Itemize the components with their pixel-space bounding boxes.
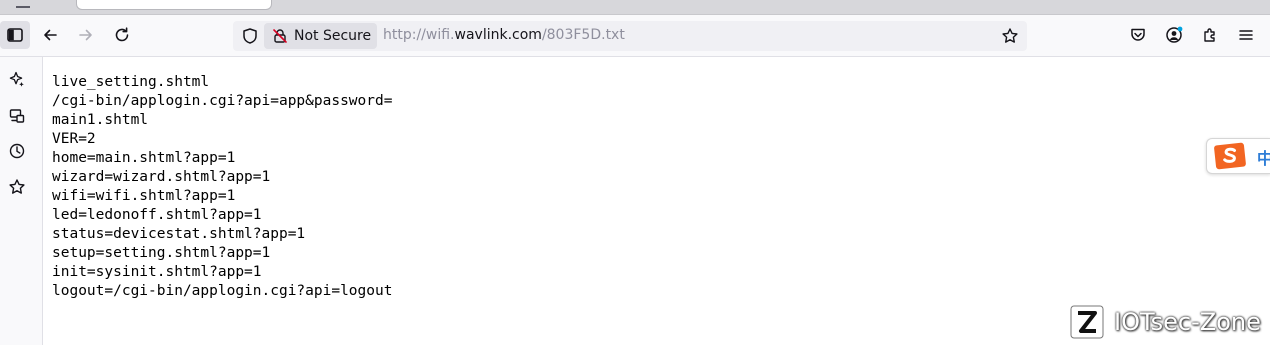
synced-tabs-button[interactable] xyxy=(5,104,29,128)
history-button[interactable] xyxy=(5,139,29,163)
document-text: live_setting.shtml /cgi-bin/applogin.cgi… xyxy=(52,73,392,301)
account-button[interactable] xyxy=(1160,21,1188,49)
not-secure-indicator[interactable]: Not Secure xyxy=(264,23,377,49)
pocket-icon xyxy=(1131,28,1145,41)
tab-list-icon[interactable] xyxy=(16,0,30,8)
text-line: home=main.shtml?app=1 xyxy=(52,150,236,166)
account-icon xyxy=(1166,26,1183,43)
text-line: led=ledonoff.shtml?app=1 xyxy=(52,207,262,223)
text-line: /cgi-bin/applogin.cgi?api=app&password= xyxy=(52,93,393,109)
sidebar xyxy=(0,57,43,345)
text-line: wifi=wifi.shtml?app=1 xyxy=(52,188,236,204)
puzzle-icon xyxy=(1204,28,1215,42)
text-line: logout=/cgi-bin/applogin.cgi?api=logout xyxy=(52,283,393,299)
url-prefix: http://wifi. xyxy=(383,27,455,43)
text-line: VER=2 xyxy=(52,131,96,147)
text-line: status=devicestat.shtml?app=1 xyxy=(52,226,306,242)
active-tab[interactable] xyxy=(76,0,272,10)
reload-icon xyxy=(115,27,129,42)
bookmarks-button[interactable] xyxy=(5,175,29,199)
back-arrow-icon xyxy=(44,29,57,41)
pocket-button[interactable] xyxy=(1124,21,1152,49)
insecure-lock-icon xyxy=(273,29,287,43)
reload-button[interactable] xyxy=(108,21,136,49)
sparkle-icon xyxy=(9,71,24,87)
watermark: IOTsec-Zone xyxy=(1070,303,1270,341)
star-icon[interactable] xyxy=(1001,27,1019,45)
history-icon xyxy=(9,143,25,159)
extensions-button[interactable] xyxy=(1196,21,1224,49)
text-line: init=sysinit.shtml?app=1 xyxy=(52,264,262,280)
hamburger-menu-icon xyxy=(1239,30,1253,40)
bookmarks-star-icon xyxy=(9,179,25,194)
ime-toolbar[interactable]: 中 xyxy=(1206,138,1270,174)
synced-tabs-icon xyxy=(9,109,25,123)
text-line: setup=setting.shtml?app=1 xyxy=(52,245,271,261)
text-line: wizard=wizard.shtml?app=1 xyxy=(52,169,271,185)
zone-logo-icon xyxy=(1070,305,1104,339)
forward-arrow-icon xyxy=(79,29,92,41)
text-line: live_setting.shtml xyxy=(52,74,210,90)
url-host: wavlink.com xyxy=(454,27,542,43)
sidebar-toggle-button[interactable] xyxy=(0,21,30,49)
sogou-ime-icon[interactable] xyxy=(1212,142,1248,170)
security-label: Not Secure xyxy=(294,28,372,44)
ime-mode-label[interactable]: 中 xyxy=(1257,145,1270,169)
url-path: /803F5D.txt xyxy=(541,27,625,43)
text-line: main1.shtml xyxy=(52,112,149,128)
navigation-toolbar: Not Secure http://wifi.wavlink.com/803F5… xyxy=(0,15,1270,57)
menu-button[interactable] xyxy=(1232,21,1260,49)
ai-chat-button[interactable] xyxy=(5,67,29,91)
tab-strip xyxy=(0,0,1270,15)
back-button[interactable] xyxy=(36,21,64,49)
forward-button[interactable] xyxy=(72,21,100,49)
watermark-text: IOTsec-Zone xyxy=(1114,308,1261,336)
shield-icon[interactable] xyxy=(241,27,259,45)
url-text[interactable]: http://wifi.wavlink.com/803F5D.txt xyxy=(383,27,625,43)
url-bar[interactable]: Not Secure http://wifi.wavlink.com/803F5… xyxy=(233,21,1027,51)
sidebar-toggle-icon xyxy=(7,28,23,42)
